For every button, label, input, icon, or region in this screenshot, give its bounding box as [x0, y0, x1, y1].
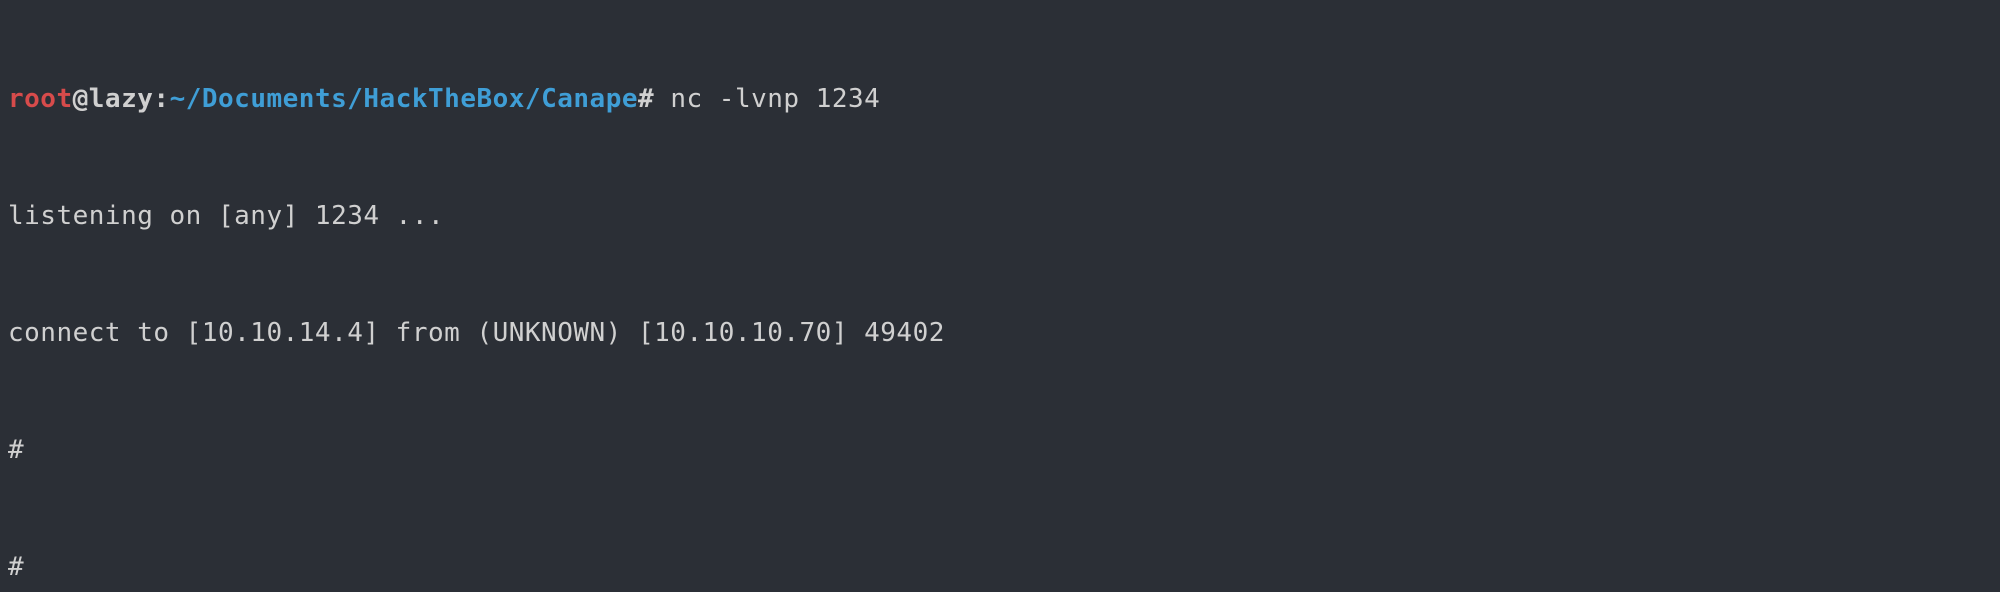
output-line: connect to [10.10.14.4] from (UNKNOWN) [… — [8, 314, 1992, 353]
prompt-at: @ — [73, 84, 89, 114]
shell-prompt: # — [8, 548, 1992, 587]
prompt-user: root — [8, 84, 73, 114]
prompt-colon: : — [153, 84, 169, 114]
prompt-path: ~/Documents/HackTheBox/Canape — [170, 84, 638, 114]
shell-prompt: # — [8, 431, 1992, 470]
prompt-host: lazy — [89, 84, 154, 114]
command-nc: nc -lvnp 1234 — [654, 84, 880, 114]
output-line: listening on [any] 1234 ... — [8, 197, 1992, 236]
terminal-window[interactable]: root@lazy:~/Documents/HackTheBox/Canape#… — [0, 0, 2000, 592]
prompt-line: root@lazy:~/Documents/HackTheBox/Canape#… — [8, 80, 1992, 119]
prompt-hash: # — [638, 84, 654, 114]
